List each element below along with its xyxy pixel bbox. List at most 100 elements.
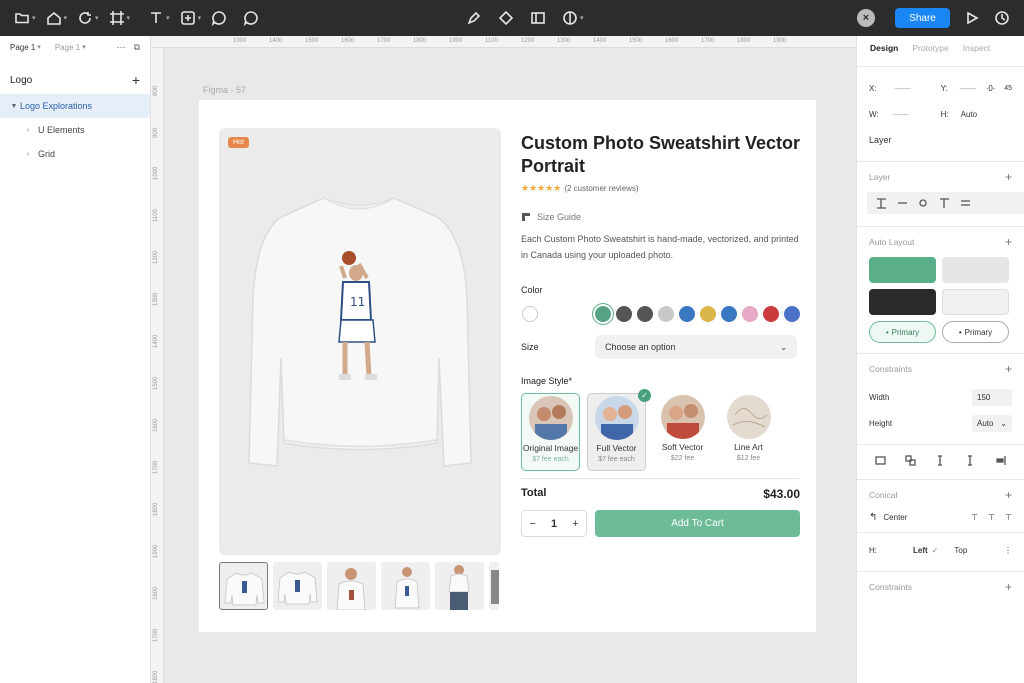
style-option-line-art[interactable]: Line Art $12 fee [719,393,778,471]
color-swatch[interactable] [763,306,779,322]
add-icon[interactable]: + [1005,488,1012,502]
caret-right-icon[interactable]: › [22,127,34,134]
fill-tool-button[interactable] [494,6,518,30]
text-cursor-icon[interactable] [964,454,977,467]
w-input[interactable]: —— [893,110,909,119]
page-selector-secondary[interactable]: Page 1 [55,43,80,52]
color-swatch[interactable] [595,306,611,322]
width-label: Width [869,392,890,402]
pen-tool-button[interactable] [462,6,486,30]
size-guide-link[interactable]: Size Guide [521,212,581,222]
present-button[interactable] [964,10,980,26]
review-count[interactable]: (2 customer reviews) [564,184,638,193]
text-cursor-icon[interactable] [934,454,947,467]
component-tool-button[interactable]: ▾ [176,6,206,30]
share-button[interactable]: Share [895,8,950,28]
add-icon[interactable]: + [1005,580,1012,594]
button-swatch[interactable] [942,289,1009,315]
home-button[interactable]: ▾ [42,6,72,30]
align-top-icon[interactable]: ⊤ [971,513,978,522]
layer-item[interactable]: › Grid [0,142,150,166]
minus-icon[interactable] [896,197,909,210]
close-button[interactable]: × [857,9,875,27]
y-input[interactable]: ·0· [986,84,996,93]
rotate-tool-button[interactable]: ▾ [73,6,103,30]
frame-label[interactable]: Figma · 57 [203,85,246,95]
text-tool-button[interactable]: ▾ [144,6,174,30]
layer-item[interactable]: ▼ Logo Explorations [0,94,150,118]
thumbnail[interactable] [489,562,499,610]
decrement-button[interactable]: − [530,518,536,530]
thumbnail[interactable] [327,562,376,610]
h-input[interactable]: Auto [961,110,977,119]
style-option-original[interactable]: Original Image $7 fee each [521,393,580,471]
color-swatch[interactable] [700,306,716,322]
color-swatch[interactable] [679,306,695,322]
main-product-image[interactable]: Hot 11 [219,128,501,555]
color-swatch[interactable] [616,306,632,322]
page-selector[interactable]: Page 1 [10,43,35,52]
frame-icon[interactable] [874,454,887,467]
button-swatch[interactable] [942,257,1009,283]
color-swatch[interactable] [742,306,758,322]
thumbnail[interactable] [435,562,484,610]
button-swatch[interactable] [869,257,936,283]
x-input[interactable]: —— [895,84,911,93]
style-option-full-vector[interactable]: ✓ Full Vector $7 fee each [587,389,651,471]
align-right-icon[interactable] [994,454,1007,467]
caret-down-icon[interactable]: ▼ [8,103,20,110]
thumbnail[interactable] [273,562,322,610]
y-input-placeholder[interactable]: —— [960,84,976,93]
layer-label: Layer [869,135,892,145]
history-button[interactable] [994,10,1010,26]
thumbnail[interactable] [381,562,430,610]
left-value[interactable]: Left [913,546,928,555]
position-row: X: —— Y: —— ·0· 45 [857,75,1024,101]
product-frame[interactable]: Hot 11 Custom Photo Sweatshirt Vector Po… [199,100,816,632]
align-middle-icon[interactable]: ⊤ [988,513,995,522]
layer-label: U Elements [38,125,85,135]
more-icon[interactable]: ⋮ [1004,546,1012,555]
expand-icon[interactable]: ⧉ [134,42,140,53]
comment-tool-button[interactable] [207,6,231,30]
align-icon[interactable] [875,197,888,210]
align-bottom-icon[interactable]: ⊤ [1005,513,1012,522]
chat-button[interactable] [239,6,263,30]
component-icon[interactable] [904,454,917,467]
quantity-value[interactable]: 1 [551,518,557,530]
file-menu-button[interactable]: ▾ [10,6,40,30]
add-icon[interactable]: + [1005,362,1012,376]
color-swatch[interactable] [658,306,674,322]
align-justify-icon[interactable] [959,197,972,210]
tab-prototype[interactable]: Prototype [912,43,948,53]
style-option-soft-vector[interactable]: Soft Vector $22 fee [653,393,712,471]
color-swatch[interactable] [784,306,800,322]
height-select[interactable]: Auto ⌄ [972,414,1012,432]
contrast-tool-button[interactable]: ▾ [558,6,588,30]
frame-tool-button[interactable]: ▾ [105,6,135,30]
layer-item[interactable]: › U Elements [0,118,150,142]
size-select[interactable]: Choose an option ⌄ [595,335,797,359]
button-swatch[interactable] [869,289,936,315]
text-icon[interactable] [938,197,951,210]
more-icon[interactable]: ⋯ [117,42,126,53]
add-icon[interactable]: + [1005,235,1012,249]
layout-tool-button[interactable] [526,6,550,30]
add-to-cart-button[interactable]: Add To Cart [595,510,800,537]
top-value[interactable]: Top [954,546,967,555]
tab-inspect[interactable]: Inspect [963,43,990,53]
tab-design[interactable]: Design [870,43,898,53]
width-input[interactable]: 150 [972,388,1012,406]
primary-pill-green[interactable]: • Primary [869,321,936,343]
color-swatch[interactable] [721,306,737,322]
caret-right-icon[interactable]: › [22,151,34,158]
color-swatch[interactable] [637,306,653,322]
add-layer-icon[interactable]: + [132,72,140,88]
center-label[interactable]: Center [883,513,907,522]
color-swatch-white[interactable] [522,306,538,322]
primary-pill[interactable]: • Primary [942,321,1009,343]
thumbnail[interactable] [219,562,268,610]
add-icon[interactable]: + [1005,170,1012,184]
loading-icon[interactable] [917,197,930,210]
increment-button[interactable]: + [572,518,578,530]
